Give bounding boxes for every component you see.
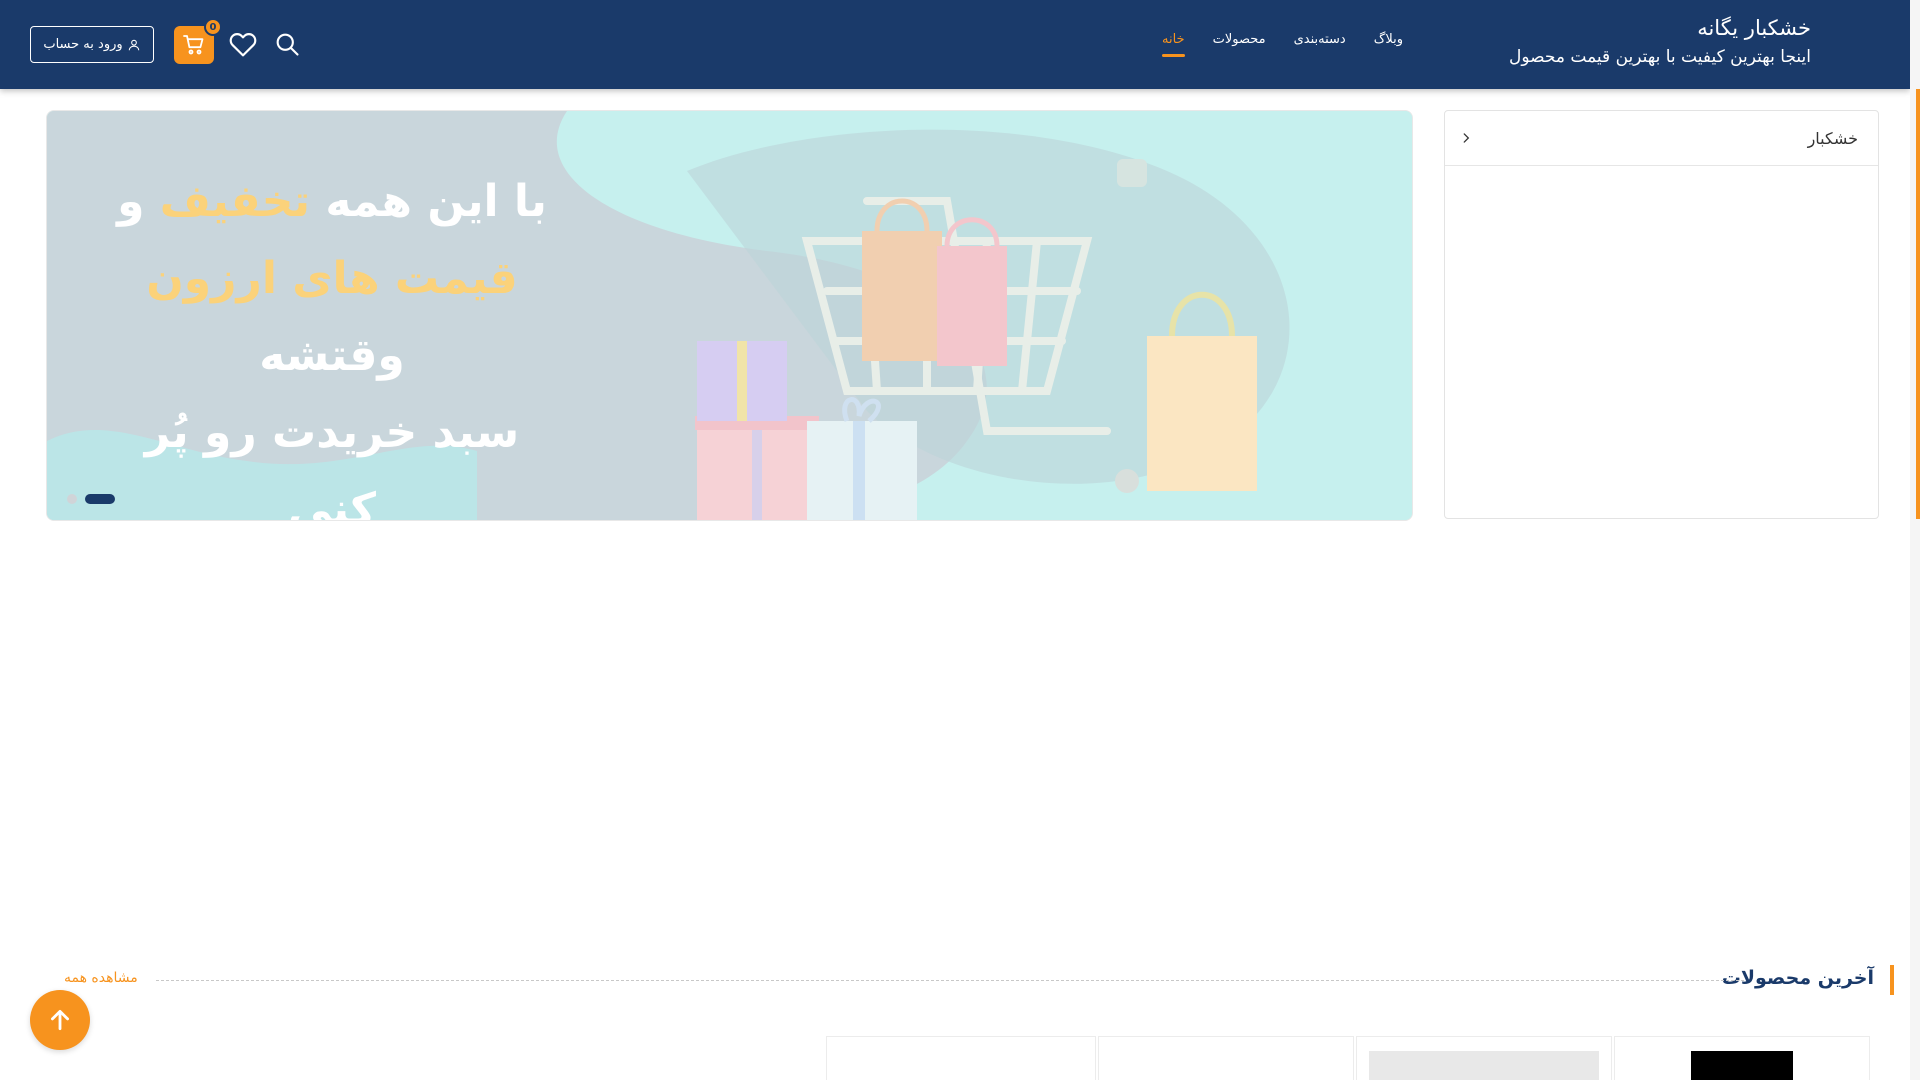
main-nav: خانه محصولات دسته‌بندی وبلاگ [1161,32,1403,57]
section-divider [156,980,1744,981]
latest-products-header: آخرین محصولات مشاهده همه [64,965,1894,995]
search-button[interactable] [269,26,305,62]
product-card[interactable] [1614,1036,1870,1080]
search-icon [276,33,299,56]
cart-icon [183,35,204,55]
section-title: آخرین محصولات [1721,967,1874,989]
category-item-dried-fruits[interactable]: خشکبار [1445,111,1878,166]
product-card[interactable] [1356,1036,1612,1080]
brand-title[interactable]: خشکبار یگانه [1509,14,1811,42]
hero-slider[interactable]: با این همه تخفیف و قیمت های ارزون وقتشه … [46,110,1413,521]
scroll-to-top-button[interactable] [30,990,90,1050]
banner-line-3: سبد خریدت رو پُر کنی [144,407,520,521]
category-menu: خشکبار [1444,110,1879,519]
site-header: خشکبار یگانه اینجا بهترین کیفیت با بهتری… [0,0,1910,89]
nav-item-categories[interactable]: دسته‌بندی [1294,32,1346,57]
nav-item-blog[interactable]: وبلاگ [1374,32,1403,57]
scrollbar-thumb[interactable] [1916,89,1920,519]
slider-dot-active[interactable] [85,494,115,504]
brand-subtitle: اینجا بهترین کیفیت با بهترین قیمت محصول [1509,47,1811,67]
cart-count-badge: 0 [204,18,222,36]
product-image [1691,1051,1793,1080]
slider-dot[interactable] [67,494,77,504]
slider-pagination [67,494,115,504]
wishlist-button[interactable] [225,26,261,62]
banner-line-1: با این همه تخفیف و [117,176,547,227]
view-all-link[interactable]: مشاهده همه [64,970,138,986]
product-list [826,1036,1870,1080]
user-icon [128,39,139,50]
product-card[interactable] [1098,1036,1354,1080]
nav-item-products[interactable]: محصولات [1213,32,1266,57]
cart-button[interactable]: 0 [174,18,222,64]
brand[interactable]: خشکبار یگانه اینجا بهترین کیفیت با بهتری… [1509,14,1811,72]
product-image [1369,1051,1599,1080]
banner-line-2: قیمت های ارزون وقتشه [146,253,518,381]
arrow-up-icon [51,1009,69,1031]
category-label: خشکبار [1807,128,1858,148]
heart-icon [229,33,257,57]
banner-headline: با این همه تخفیف و قیمت های ارزون وقتشه … [107,163,557,521]
login-button[interactable]: ورود به حساب [30,26,154,63]
section-accent-bar [1890,965,1894,995]
login-label: ورود به حساب [43,37,123,52]
nav-item-home[interactable]: خانه [1161,32,1185,57]
product-card[interactable] [826,1036,1096,1080]
chevron-right-icon [1463,133,1470,143]
